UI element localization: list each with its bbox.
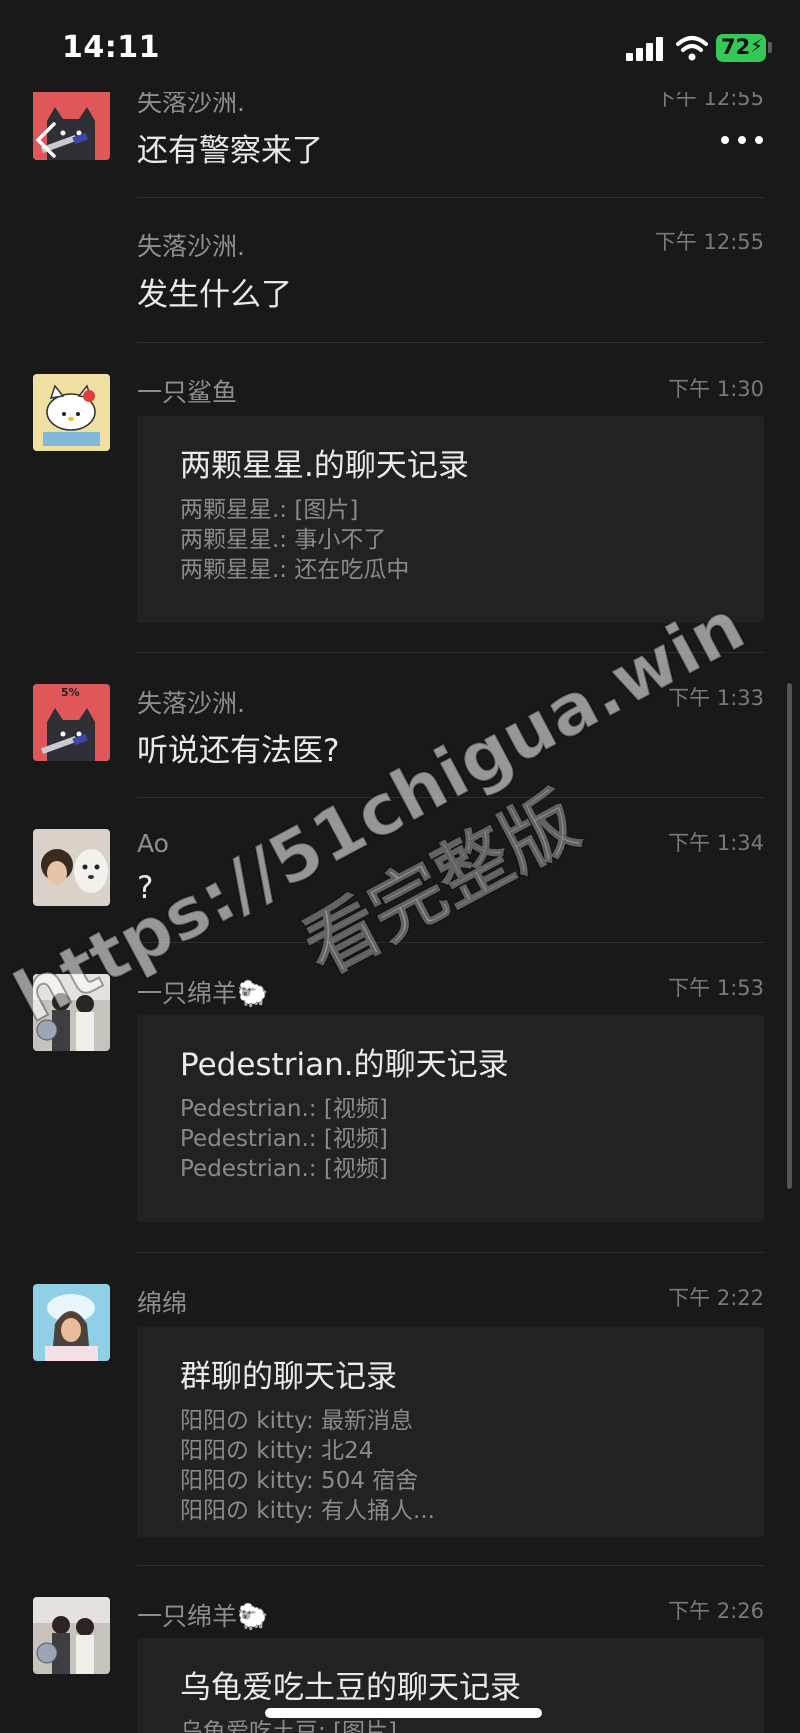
charging-bolt-icon: ⚡ (750, 36, 763, 57)
message-row[interactable]: 失落沙洲. 下午 12:55 发生什么了 (0, 198, 800, 343)
card-line: Pedestrian.: [视频] (180, 1096, 388, 1122)
sender-name: 一只绵羊🐑 (137, 979, 269, 1008)
avatar[interactable] (33, 1597, 110, 1674)
avatar[interactable] (33, 829, 110, 906)
battery-cap (768, 42, 772, 53)
sender-name: 失落沙洲. (137, 689, 245, 718)
card-line: 两颗星星.: 还在吃瓜中 (180, 557, 410, 583)
chat-history-card[interactable]: Pedestrian.的聊天记录 Pedestrian.: [视频] Pedes… (137, 1015, 764, 1222)
card-line: Pedestrian.: [视频] (180, 1126, 388, 1152)
card-line: 阳阳の kitty: 最新消息 (180, 1408, 414, 1434)
message-time: 下午 12:55 (654, 230, 764, 254)
chat-history-card[interactable]: 两颗星星.的聊天记录 两颗星星.: [图片] 两颗星星.: 事小不了 两颗星星.… (137, 416, 764, 623)
message-time: 下午 2:26 (668, 1599, 764, 1623)
message-row[interactable]: 一只绵羊🐑 下午 1:53 Pedestrian.的聊天记录 Pedestria… (0, 943, 800, 1253)
message-row[interactable]: 绵绵 下午 2:22 群聊的聊天记录 阳阳の kitty: 最新消息 阳阳の k… (0, 1253, 800, 1566)
more-options-button[interactable] (718, 128, 766, 152)
card-title: 两颗星星.的聊天记录 (180, 448, 469, 484)
message-row[interactable]: 一只鲨鱼 下午 1:30 两颗星星.的聊天记录 两颗星星.: [图片] 两颗星星… (0, 343, 800, 653)
sender-name: 一只绵羊🐑 (137, 1602, 269, 1631)
card-line: 阳阳の kitty: 有人捅人... (180, 1498, 435, 1524)
card-title: 乌龟爱吃土豆的聊天记录 (180, 1670, 521, 1706)
sender-name: 失落沙洲. (137, 232, 245, 261)
avatar-badge: 5% (61, 686, 80, 699)
message-time: 下午 1:30 (668, 377, 764, 401)
card-line: 两颗星星.: [图片] (180, 497, 359, 523)
card-title: 群聊的聊天记录 (180, 1359, 397, 1395)
battery-level: 72 (721, 35, 751, 59)
sender-name: 绵绵 (137, 1289, 188, 1318)
home-indicator[interactable] (265, 1708, 542, 1718)
message-text[interactable]: 听说还有法医? (137, 725, 339, 770)
status-time: 14:11 (62, 30, 160, 65)
message-time: 下午 1:33 (668, 686, 764, 710)
message-row[interactable]: 5% 失落沙洲. 下午 1:33 听说还有法医? (0, 653, 800, 798)
avatar[interactable] (33, 1284, 110, 1361)
message-text[interactable]: ? (137, 870, 153, 906)
battery-icon: 72 ⚡ (716, 34, 766, 62)
message-text[interactable]: 发生什么了 (137, 269, 292, 314)
chat-record-list: 失落沙洲. 下午 12:55 还有警察来了 失落沙洲. 下午 12:55 发生什… (0, 0, 800, 1733)
message-text[interactable]: 还有警察来了 (137, 125, 323, 170)
message-time: 下午 1:34 (668, 831, 764, 855)
wifi-icon (676, 34, 708, 62)
avatar[interactable]: 5% (33, 684, 110, 761)
card-line: 阳阳の kitty: 504 宿舍 (180, 1468, 419, 1494)
avatar[interactable] (33, 974, 110, 1051)
scrollbar[interactable] (787, 683, 792, 1189)
sender-name: Ao (137, 829, 169, 858)
card-line: Pedestrian.: [视频] (180, 1156, 388, 1182)
chevron-left-icon (36, 122, 56, 158)
message-time: 下午 2:22 (668, 1286, 764, 1310)
card-title: Pedestrian.的聊天记录 (180, 1047, 509, 1083)
message-row[interactable]: Ao 下午 1:34 ? (0, 798, 800, 943)
chat-history-card[interactable]: 乌龟爱吃土豆的聊天记录 乌龟爱吃土豆: [图片] (137, 1638, 764, 1733)
chat-history-card[interactable]: 群聊的聊天记录 阳阳の kitty: 最新消息 阳阳の kitty: 北24 阳… (137, 1327, 764, 1537)
message-time: 下午 1:53 (668, 976, 764, 1000)
sender-name: 一只鲨鱼 (137, 378, 238, 407)
avatar[interactable] (33, 374, 110, 451)
back-button[interactable] (30, 118, 64, 162)
card-line: 阳阳の kitty: 北24 (180, 1438, 374, 1464)
cellular-signal-icon (626, 37, 664, 61)
card-line: 两颗星星.: 事小不了 (180, 527, 387, 553)
status-bar: 14:11 72 ⚡ (0, 0, 800, 92)
